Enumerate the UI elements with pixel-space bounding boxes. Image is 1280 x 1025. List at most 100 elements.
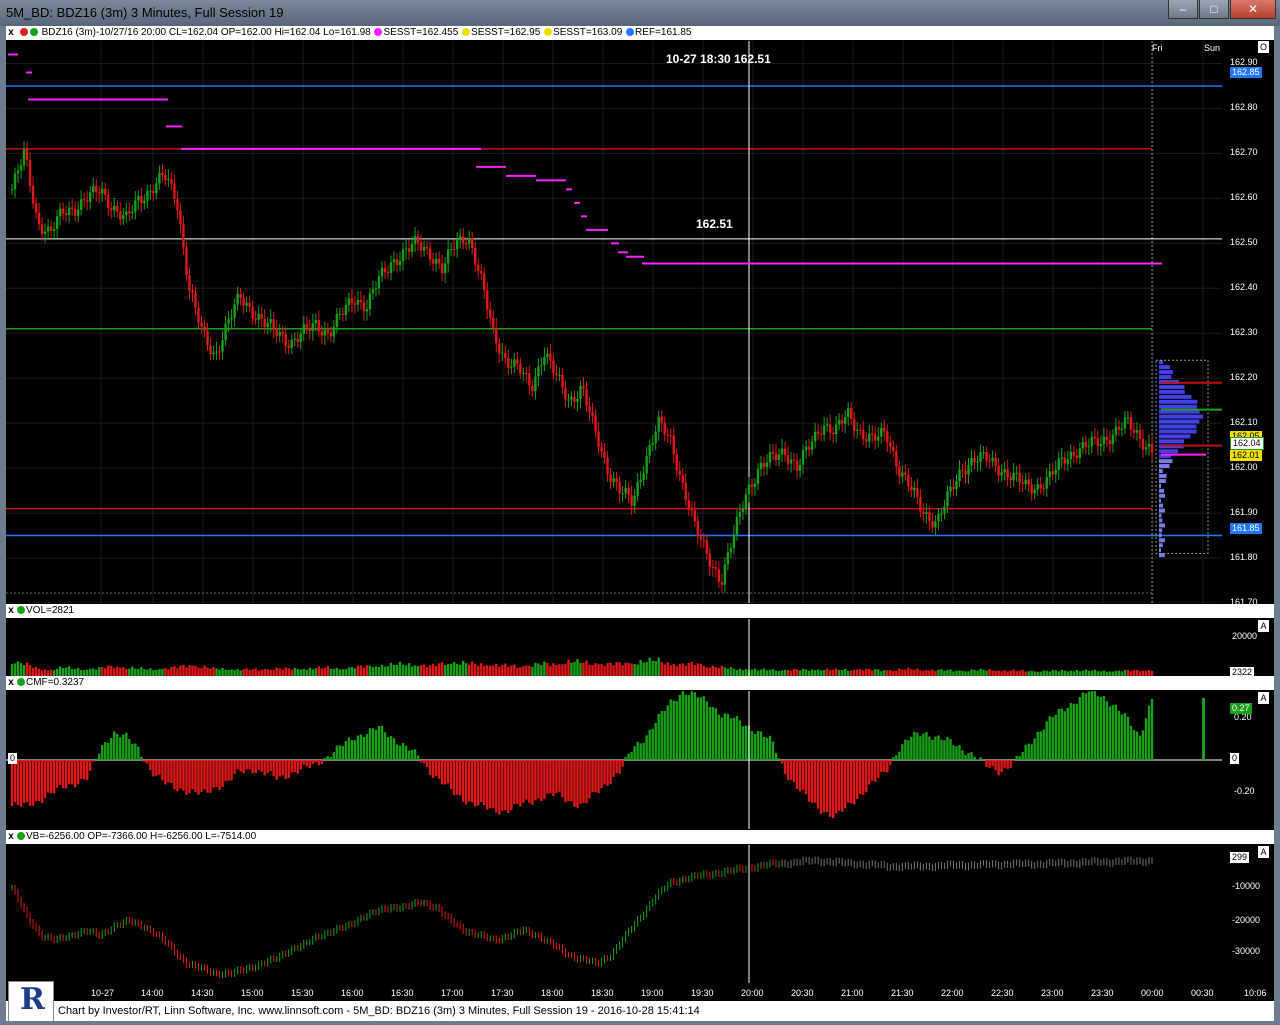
vol-bar — [591, 665, 594, 676]
vol-bar — [723, 667, 727, 676]
cmf-bar — [25, 760, 29, 803]
price-tick: 162.10 — [1230, 417, 1258, 428]
cmf-bar — [931, 739, 934, 760]
cmf-value: CMF=0.3237 — [26, 677, 85, 688]
vol-bar — [380, 664, 384, 676]
cmf-bar — [693, 692, 696, 760]
candle-body — [657, 416, 660, 432]
vol-bar — [140, 667, 143, 676]
candle-body — [257, 313, 260, 320]
minimize-button[interactable]: – — [1168, 0, 1198, 19]
candle-body — [834, 424, 838, 435]
maximize-button[interactable]: □ — [1199, 0, 1229, 19]
vol-bar — [191, 665, 194, 676]
cmf-bar — [922, 733, 925, 760]
candle-body — [531, 385, 534, 392]
cmf-bar — [67, 760, 71, 785]
cmf-bar — [1117, 710, 1121, 760]
close-vb-icon[interactable]: x — [6, 830, 16, 844]
cmf-bar — [431, 760, 435, 778]
cmf-bar — [756, 730, 760, 760]
cmf-bar — [49, 760, 53, 794]
cmf-bar — [798, 760, 802, 792]
cmf-bar — [886, 760, 889, 773]
ref-top-tag: 162.85 — [1230, 67, 1262, 78]
vb-chart[interactable] — [6, 845, 1222, 983]
cmf-bar — [1099, 696, 1103, 760]
candle-body — [753, 483, 757, 487]
price-chart[interactable] — [6, 41, 1222, 603]
cmf-a-button[interactable]: A — [1257, 691, 1270, 705]
volume-profile-bar — [1159, 528, 1163, 533]
vol-bar — [149, 668, 152, 676]
vb-a-button[interactable]: A — [1257, 845, 1270, 859]
vol-bar — [507, 666, 510, 676]
time-tick: 19:00 — [641, 988, 664, 998]
vol-a-button[interactable]: A — [1257, 619, 1270, 633]
cmf-bar — [789, 760, 793, 780]
candle-body — [618, 481, 621, 494]
cmf-bar — [501, 760, 504, 811]
cmf-bar — [642, 742, 645, 760]
close-button[interactable]: ✕ — [1230, 0, 1276, 19]
cmf-bar — [792, 760, 796, 782]
volume-chart[interactable] — [6, 619, 1222, 676]
cmf-bar — [383, 732, 387, 760]
close-cmf-icon[interactable]: x — [6, 676, 16, 690]
vol-bar — [678, 664, 681, 676]
candle-body — [952, 486, 955, 490]
cmf-bar — [810, 760, 814, 803]
cmf-bar — [311, 760, 314, 765]
vol-bar — [564, 663, 567, 676]
candle-body — [711, 566, 715, 568]
cmf-bar — [254, 760, 257, 774]
time-tick: 22:00 — [941, 988, 964, 998]
crosshair-label: 10-27 18:30 162.51 — [666, 52, 771, 66]
vol-bar — [422, 664, 426, 676]
candle-body — [627, 488, 630, 496]
candle-body — [949, 486, 952, 492]
candle-body — [299, 333, 302, 343]
cmf-bar — [37, 760, 41, 802]
vol-bar — [236, 668, 239, 676]
time-tick: 23:00 — [1041, 988, 1064, 998]
cmf-bar — [191, 760, 194, 790]
cmf-chart[interactable] — [6, 691, 1222, 829]
candle-body — [410, 244, 414, 252]
close-vol-icon[interactable]: x — [6, 604, 16, 618]
candle-body — [973, 458, 976, 462]
candle-body — [792, 459, 796, 461]
candle-body — [1072, 451, 1075, 456]
cmf-bar — [543, 760, 546, 800]
candle-body — [149, 190, 152, 192]
ref-value: REF=161.85 — [635, 27, 692, 38]
candle-body — [164, 175, 167, 181]
cmf-bar — [780, 760, 784, 764]
sesst-value-2: SESST=162.95 — [471, 27, 541, 38]
vol-bar — [696, 663, 700, 676]
price-tick: 162.40 — [1230, 282, 1258, 293]
candle-body — [110, 208, 113, 211]
vol-bar — [242, 669, 245, 676]
cmf-bar — [1150, 698, 1154, 760]
price-panel-o-button[interactable]: O — [1257, 40, 1270, 54]
candle-body — [910, 486, 913, 491]
candle-body — [907, 474, 910, 487]
cmf-bar — [762, 736, 766, 760]
close-panel-icon[interactable]: x — [6, 26, 16, 40]
time-tick: 21:30 — [891, 988, 914, 998]
candle-body — [621, 493, 624, 495]
candle-body — [615, 478, 618, 482]
candle-body — [1111, 434, 1115, 444]
cmf-bar — [1021, 751, 1024, 760]
vol-bar — [419, 665, 423, 676]
time-tick: 10-27 — [91, 988, 115, 998]
candle-body — [398, 261, 402, 266]
vol-bar — [771, 669, 775, 676]
cmf-bar — [407, 750, 411, 760]
candle-body — [1033, 489, 1036, 494]
cmf-bar — [317, 760, 321, 766]
cmf-bar — [188, 760, 191, 794]
candle-body — [492, 317, 495, 328]
candle-body — [287, 345, 290, 348]
